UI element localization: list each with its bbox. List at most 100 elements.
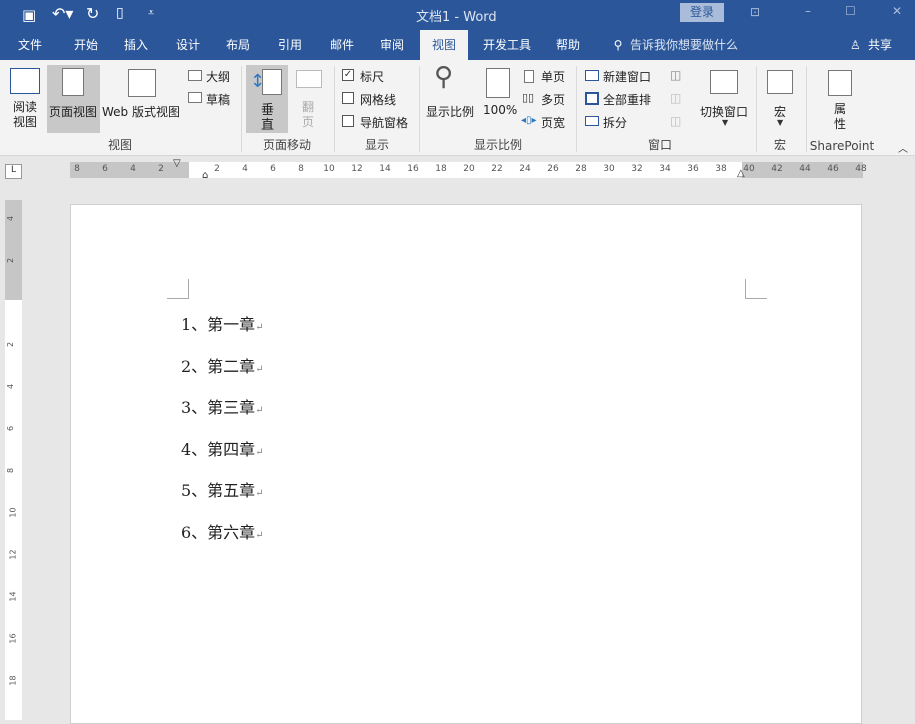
new-window-button[interactable]: 新建窗口 — [603, 68, 651, 85]
chevron-down-icon: ▼ — [777, 118, 784, 127]
print-layout-button[interactable]: 页面视图 — [47, 65, 100, 133]
new-window-icon — [585, 70, 599, 81]
group-views-label: 视图 — [107, 138, 132, 152]
ruler-checkbox[interactable]: ✓ — [342, 69, 354, 81]
ruler-number: 46 — [827, 164, 839, 174]
paragraph-mark: ↵ — [255, 322, 264, 333]
left-indent-marker[interactable]: ⌂ — [202, 170, 208, 181]
tab-home[interactable]: 开始 — [64, 30, 108, 60]
save-icon[interactable]: ▣ — [22, 6, 36, 24]
ruler-number: 36 — [687, 164, 699, 174]
multiple-pages-button[interactable]: 多页 — [541, 91, 565, 108]
undo-icon[interactable]: ↶▾ — [52, 4, 73, 23]
web-layout-button[interactable]: Web 版式视图 — [102, 103, 180, 120]
ruler-number: 4 — [242, 164, 248, 174]
tab-view[interactable]: 视图 — [420, 30, 468, 60]
sync-scrolling-icon[interactable]: ◫ — [670, 91, 681, 105]
ruler-number: 18 — [435, 164, 447, 174]
read-mode-button[interactable]: 阅读 视图 — [13, 100, 37, 130]
tab-help[interactable]: 帮助 — [548, 30, 588, 60]
tell-me-input[interactable]: 告诉我你想要做什么 — [630, 30, 738, 60]
arrange-all-button[interactable]: 全部重排 — [603, 91, 651, 108]
view-side-by-side-icon[interactable]: ◫ — [670, 68, 681, 82]
ruler-number: 18 — [8, 675, 18, 686]
tab-developer[interactable]: 开发工具 — [478, 30, 536, 60]
ruler-number: 16 — [407, 164, 419, 174]
paragraph-mark: ↵ — [255, 488, 264, 500]
list-item-text: 3、第三章 — [181, 398, 256, 418]
list-item-text: 1、第一章 — [181, 315, 256, 334]
tab-review[interactable]: 审阅 — [372, 30, 412, 60]
collapse-ribbon-icon[interactable]: ︿ — [898, 140, 908, 155]
right-indent-marker[interactable]: △ — [737, 168, 745, 179]
properties-button[interactable]: 属性 — [834, 102, 848, 132]
gridlines-label: 网格线 — [360, 93, 397, 107]
close-icon[interactable]: ✕ — [892, 4, 902, 18]
list-item-text: 4、第四章 — [181, 439, 256, 459]
one-page-button[interactable]: 单页 — [541, 68, 565, 85]
list-item[interactable]: 1、第一章↵ — [181, 311, 264, 335]
switch-windows-icon — [710, 70, 738, 94]
tab-file[interactable]: 文件 — [8, 30, 52, 60]
ruler-number: 4 — [130, 164, 136, 174]
side-to-side-icon — [296, 70, 322, 88]
tab-mailings[interactable]: 邮件 — [322, 30, 362, 60]
tab-references[interactable]: 引用 — [270, 30, 310, 60]
group-zoom-label: 显示比例 — [473, 138, 522, 152]
multiple-pages-icon: ▯▯ — [522, 91, 535, 104]
vertical-ruler[interactable]: 4 2 2 4 6 8 10 12 14 16 18 — [5, 200, 22, 720]
redo-icon[interactable]: ↻ — [86, 4, 99, 23]
tab-insert[interactable]: 插入 — [116, 30, 156, 60]
ribbon-tabs: 文件 开始 插入 设计 布局 引用 邮件 审阅 视图 开发工具 帮助 ⚲ 告诉我… — [0, 30, 915, 60]
ruler-number: 2 — [158, 164, 164, 174]
ruler-number: 6 — [102, 164, 108, 174]
list-item[interactable]: 4、第四章↵ — [181, 436, 264, 460]
page-width-button[interactable]: 页宽 — [541, 114, 565, 131]
navigation-pane-label: 导航窗格 — [360, 116, 409, 130]
reset-window-icon[interactable]: ◫ — [670, 114, 681, 128]
maximize-icon[interactable]: ☐ — [845, 4, 856, 18]
ruler-number: 6 — [6, 425, 16, 432]
split-button[interactable]: 拆分 — [603, 114, 627, 131]
ruler-number: 8 — [74, 164, 80, 174]
tab-layout[interactable]: 布局 — [218, 30, 258, 60]
list-item[interactable]: 3、第三章↵ — [181, 394, 264, 418]
paragraph-mark: ↵ — [255, 363, 264, 375]
zoom-100-button[interactable]: 100% — [483, 103, 517, 117]
side-to-side-button[interactable]: 翻页 — [302, 100, 316, 130]
login-button[interactable]: 登录 — [680, 3, 724, 22]
horizontal-ruler[interactable]: 8 6 4 2 2 4 6 8 10 12 14 16 18 20 22 24 26 28 30 32 34 36 38 40… — [70, 158, 867, 181]
read-mode-icon — [10, 68, 40, 94]
tab-selector-button[interactable]: L — [5, 164, 22, 179]
margin-corner-right — [745, 279, 767, 299]
minimize-icon[interactable]: – — [805, 4, 811, 18]
outline-icon — [188, 70, 202, 81]
list-item-text: 5、第五章 — [181, 481, 256, 501]
new-document-icon[interactable]: ▯ — [116, 5, 124, 21]
ruler-number: 26 — [547, 164, 559, 174]
list-item[interactable]: 2、第二章↵ — [181, 353, 264, 377]
title-bar: ▣ ↶▾ ↻ ▯ ⩡ 文档1 - Word 登录 ⊡ – ☐ ✕ — [0, 0, 915, 30]
paragraph-mark: ↵ — [255, 446, 264, 458]
share-icon[interactable]: ♙ — [850, 30, 861, 60]
first-line-indent-marker[interactable]: ▽ — [173, 158, 181, 169]
vertical-button[interactable]: ↕ 垂直 — [246, 65, 288, 133]
ruler-number: 6 — [270, 164, 276, 174]
ruler-number: 2 — [6, 257, 16, 264]
customize-toolbar-icon[interactable]: ⩡ — [148, 6, 154, 20]
ruler-number: 32 — [631, 164, 643, 174]
gridlines-checkbox[interactable] — [342, 92, 354, 104]
ruler-number: 2 — [214, 164, 220, 174]
ribbon-display-icon[interactable]: ⊡ — [750, 5, 760, 19]
tab-design[interactable]: 设计 — [168, 30, 208, 60]
draft-button[interactable]: 草稿 — [206, 91, 230, 108]
list-item[interactable]: 6、第六章↵ — [181, 519, 264, 543]
share-button[interactable]: 共享 — [868, 30, 892, 60]
outline-button[interactable]: 大纲 — [206, 68, 230, 85]
navigation-pane-checkbox[interactable] — [342, 115, 354, 127]
zoom-button[interactable]: 显示比例 — [426, 103, 474, 120]
zoom-icon: ⚲ — [434, 62, 454, 92]
ruler-number: 34 — [659, 164, 671, 174]
list-item[interactable]: 5、第五章↵ — [181, 477, 264, 501]
document-page[interactable]: 1、第一章↵ 2、第二章↵ 3、第三章↵ 4、第四章↵ 5、第五章↵ 6、第六章↵ — [70, 204, 862, 724]
